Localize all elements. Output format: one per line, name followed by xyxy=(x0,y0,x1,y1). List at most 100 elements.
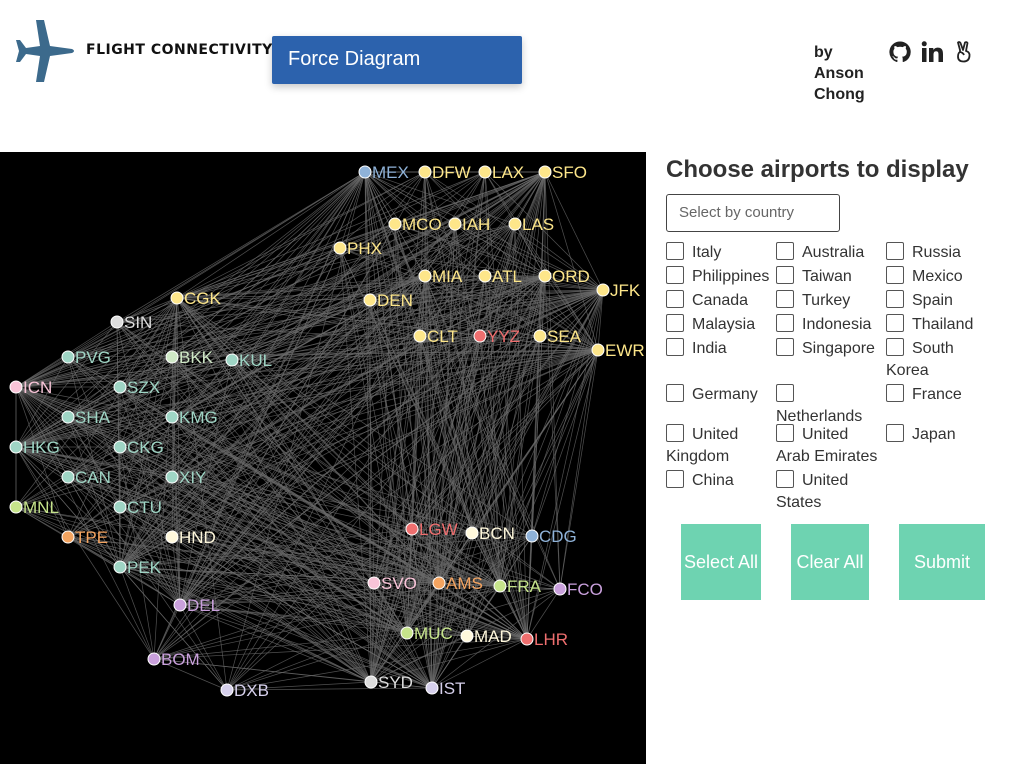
airport-dot[interactable] xyxy=(367,576,381,590)
airport-dot[interactable] xyxy=(364,675,378,689)
airport-node-pek[interactable]: PEK xyxy=(113,558,162,577)
airport-node-ewr[interactable]: EWR xyxy=(591,341,645,360)
airport-dot[interactable] xyxy=(388,217,402,231)
airport-dot[interactable] xyxy=(418,269,432,283)
country-option-canada[interactable]: Canada xyxy=(666,290,776,312)
country-option-netherlands[interactable]: Netherlands xyxy=(776,384,876,428)
checkbox[interactable] xyxy=(666,266,684,284)
airport-node-bom[interactable]: BOM xyxy=(147,650,200,669)
airport-dot[interactable] xyxy=(520,632,534,646)
airport-dot[interactable] xyxy=(478,269,492,283)
checkbox[interactable] xyxy=(886,384,904,402)
airport-dot[interactable] xyxy=(61,410,75,424)
airport-node-ist[interactable]: IST xyxy=(425,679,465,698)
country-option-thailand[interactable]: Thailand xyxy=(886,314,996,336)
airport-dot[interactable] xyxy=(113,500,127,514)
country-option-mexico[interactable]: Mexico xyxy=(886,266,996,288)
airport-node-bkk[interactable]: BKK xyxy=(165,348,214,367)
airport-dot[interactable] xyxy=(508,217,522,231)
airport-node-szx[interactable]: SZX xyxy=(113,378,160,397)
airport-node-cdg[interactable]: CDG xyxy=(525,527,577,546)
airport-dot[interactable] xyxy=(61,470,75,484)
country-select[interactable]: Select by country xyxy=(666,194,840,232)
airport-dot[interactable] xyxy=(432,576,446,590)
checkbox[interactable] xyxy=(666,470,684,488)
country-option-south-korea[interactable]: South Korea xyxy=(886,338,976,382)
checkbox[interactable] xyxy=(886,314,904,332)
airport-dot[interactable] xyxy=(460,629,474,643)
airport-node-fra[interactable]: FRA xyxy=(493,577,542,596)
airport-dot[interactable] xyxy=(113,440,127,454)
airport-dot[interactable] xyxy=(400,626,414,640)
airport-dot[interactable] xyxy=(170,291,184,305)
airport-node-muc[interactable]: MUC xyxy=(400,624,453,643)
country-option-italy[interactable]: Italy xyxy=(666,242,776,264)
checkbox[interactable] xyxy=(776,424,794,442)
airport-node-hkg[interactable]: HKG xyxy=(9,438,60,457)
checkbox[interactable] xyxy=(886,338,904,356)
country-option-spain[interactable]: Spain xyxy=(886,290,996,312)
airport-node-mad[interactable]: MAD xyxy=(460,627,512,646)
checkbox[interactable] xyxy=(886,266,904,284)
clear-all-button[interactable]: Clear All xyxy=(791,524,869,600)
airport-dot[interactable] xyxy=(9,440,23,454)
airport-node-fco[interactable]: FCO xyxy=(553,580,603,599)
airport-node-lgw[interactable]: LGW xyxy=(405,520,458,539)
airport-dot[interactable] xyxy=(9,500,23,514)
airport-dot[interactable] xyxy=(113,380,127,394)
airport-dot[interactable] xyxy=(478,165,492,179)
airport-dot[interactable] xyxy=(591,343,605,357)
airport-dot[interactable] xyxy=(165,530,179,544)
airport-dot[interactable] xyxy=(525,529,539,543)
airport-node-las[interactable]: LAS xyxy=(508,215,554,234)
country-option-indonesia[interactable]: Indonesia xyxy=(776,314,886,336)
airport-dot[interactable] xyxy=(165,410,179,424)
airport-node-ctu[interactable]: CTU xyxy=(113,498,162,517)
checkbox[interactable] xyxy=(776,290,794,308)
airport-dot[interactable] xyxy=(333,241,347,255)
checkbox[interactable] xyxy=(886,424,904,442)
airport-dot[interactable] xyxy=(61,350,75,364)
country-option-united-arab-emirates[interactable]: United Arab Emirates xyxy=(776,424,884,468)
airport-node-lhr[interactable]: LHR xyxy=(520,630,568,649)
airport-node-cgk[interactable]: CGK xyxy=(170,289,222,308)
airport-dot[interactable] xyxy=(113,560,127,574)
airport-dot[interactable] xyxy=(61,530,75,544)
country-option-turkey[interactable]: Turkey xyxy=(776,290,886,312)
airport-dot[interactable] xyxy=(538,165,552,179)
country-option-philippines[interactable]: Philippines xyxy=(666,266,776,288)
airport-dot[interactable] xyxy=(596,283,610,297)
airport-node-sfo[interactable]: SFO xyxy=(538,163,587,182)
github-icon[interactable] xyxy=(888,40,912,64)
angellist-icon[interactable] xyxy=(952,40,976,64)
country-option-russia[interactable]: Russia xyxy=(886,242,996,264)
airport-node-kul[interactable]: KUL xyxy=(225,351,272,370)
country-option-australia[interactable]: Australia xyxy=(776,242,886,264)
airport-dot[interactable] xyxy=(553,582,567,596)
airport-dot[interactable] xyxy=(418,165,432,179)
airport-dot[interactable] xyxy=(363,293,377,307)
airport-dot[interactable] xyxy=(425,681,439,695)
country-option-singapore[interactable]: Singapore xyxy=(776,338,886,360)
airport-node-ams[interactable]: AMS xyxy=(432,574,483,593)
airport-dot[interactable] xyxy=(173,598,187,612)
airport-dot[interactable] xyxy=(413,329,427,343)
checkbox[interactable] xyxy=(776,266,794,284)
country-option-germany[interactable]: Germany xyxy=(666,384,776,406)
checkbox[interactable] xyxy=(666,384,684,402)
airport-dot[interactable] xyxy=(165,470,179,484)
airport-dot[interactable] xyxy=(493,579,507,593)
airport-node-mnl[interactable]: MNL xyxy=(9,498,59,517)
airport-node-dxb[interactable]: DXB xyxy=(220,681,269,700)
airport-dot[interactable] xyxy=(473,329,487,343)
airport-dot[interactable] xyxy=(110,315,124,329)
checkbox[interactable] xyxy=(886,290,904,308)
checkbox[interactable] xyxy=(886,242,904,260)
airport-dot[interactable] xyxy=(538,269,552,283)
country-option-taiwan[interactable]: Taiwan xyxy=(776,266,886,288)
airport-node-jfk[interactable]: JFK xyxy=(596,281,641,300)
airport-node-sha[interactable]: SHA xyxy=(61,408,111,427)
checkbox[interactable] xyxy=(776,242,794,260)
airport-dot[interactable] xyxy=(405,522,419,536)
airport-node-tpe[interactable]: TPE xyxy=(61,528,108,547)
